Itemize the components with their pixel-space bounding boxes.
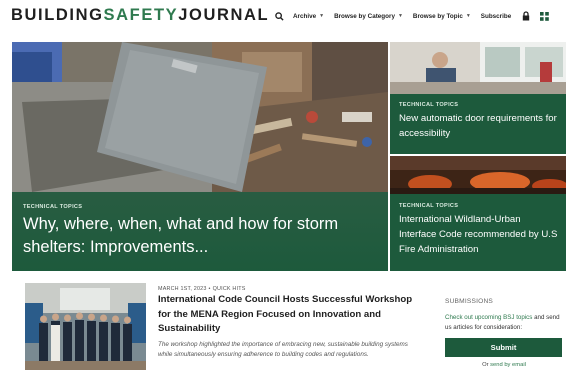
meta-separator: • [208,286,211,292]
send-by-email-link[interactable]: send by email [490,362,526,368]
nav-browse-by-category-label: Browse by Category [334,12,395,20]
or-prefix: Or [482,362,491,368]
submissions-heading: SUBMISSIONS [445,298,493,305]
chevron-down-icon: ▼ [465,13,471,19]
article-category[interactable]: QUICK HITS [213,286,246,292]
search-icon[interactable] [274,10,284,22]
article-date: MARCH 1ST, 2023 [158,286,207,292]
side-image-wildfire [390,156,566,194]
side-story-automatic-doors[interactable]: TECHNICAL TOPICS New automatic door requ… [390,42,566,154]
upcoming-topics-link[interactable]: Check out upcoming BSJ topics [445,314,532,321]
submissions-text: Check out upcoming BSJ topics and send u… [445,313,563,332]
grid-menu-icon[interactable] [539,10,549,22]
side-story-1-title[interactable]: New automatic door requirements for acce… [399,111,560,141]
nav-archive[interactable]: Archive ▼ [293,13,324,20]
side-story-2-category[interactable]: TECHNICAL TOPICS [399,203,560,209]
article-image-workshop-group[interactable] [25,283,146,370]
send-by-email-line: Or send by email [445,362,563,368]
chevron-down-icon: ▼ [319,13,325,19]
submissions-panel: SUBMISSIONS Check out upcoming BSJ topic… [445,298,563,368]
article-excerpt: The workshop highlighted the importance … [158,341,408,358]
side-story-wildland-code[interactable]: TECHNICAL TOPICS International Wildland-… [390,156,566,271]
main-nav: Archive ▼ Browse by Category ▼ Browse by T… [274,9,549,23]
site-header: BUILDINGSAFETYJOURNAL Archive ▼ Browse by… [0,0,566,30]
hero-image-storm-shelter [12,42,388,192]
nav-subscribe[interactable]: Subscribe [481,13,511,20]
nav-browse-by-topic-label: Browse by Topic [412,12,463,20]
side-story-2-text: TECHNICAL TOPICS International Wildland-… [399,203,560,257]
hero-category[interactable]: TECHNICAL TOPICS [23,204,82,210]
hero-title[interactable]: Why, where, when, what and how for storm… [23,213,363,259]
side-image-office [390,42,566,94]
nav-archive-label: Archive [293,12,317,20]
site-logo[interactable]: BUILDINGSAFETYJOURNAL [11,5,269,25]
article-title[interactable]: International Code Council Hosts Success… [158,293,420,337]
logo-word-journal: JOURNAL [178,6,270,24]
article-meta: MARCH 1ST, 2023 • QUICK HITS [158,286,246,292]
hero-story[interactable]: TECHNICAL TOPICS Why, where, when, what … [12,42,388,271]
submit-button[interactable]: Submit [445,338,562,357]
logo-word-building: BUILDING [11,6,104,24]
logo-word-safety: SAFETY [103,6,179,24]
nav-browse-by-topic[interactable]: Browse by Topic ▼ [413,13,471,20]
side-story-1-text: TECHNICAL TOPICS New automatic door requ… [399,102,560,141]
nav-browse-by-category[interactable]: Browse by Category ▼ [334,13,403,20]
lock-icon[interactable] [521,10,531,22]
side-story-1-category[interactable]: TECHNICAL TOPICS [399,102,560,108]
side-story-2-title[interactable]: International Wildland-Urban Interface C… [399,212,560,257]
chevron-down-icon: ▼ [397,13,403,19]
